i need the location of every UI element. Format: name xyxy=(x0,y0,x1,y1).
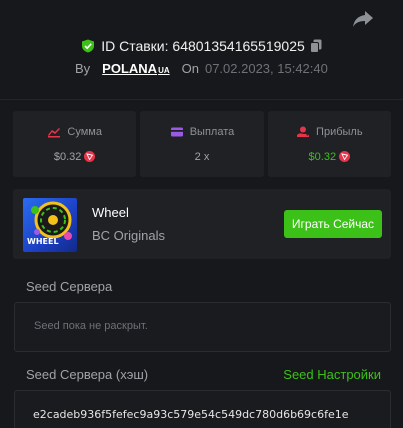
server-seed-hash-label: Seed Сервера (хэш) xyxy=(26,367,149,382)
copy-icon[interactable] xyxy=(309,39,322,53)
stat-payout-label: Выплата xyxy=(189,125,235,138)
on-label: On xyxy=(181,61,199,76)
bet-datetime: 07.02.2023, 15:42:40 xyxy=(204,61,328,76)
share-icon[interactable] xyxy=(352,10,374,28)
stat-amount-label: Сумма xyxy=(67,125,102,138)
server-seed-hash-box: e2cadeb936f5fefec9a93c579e54c549dc780d6b… xyxy=(14,390,391,428)
server-seed-value: Seed пока не раскрыт. xyxy=(34,320,148,332)
stat-profit-value: $0.32 xyxy=(308,150,337,163)
stat-payout: Выплата 2 x xyxy=(140,111,264,177)
divider xyxy=(0,99,403,100)
seed-settings-link[interactable]: Seed Настройки xyxy=(283,367,381,382)
server-seed-box: Seed пока не раскрыт. xyxy=(14,302,391,352)
stat-payout-value: 2 x xyxy=(194,150,210,163)
stat-amount-value: $0.32 xyxy=(53,150,82,163)
bet-id-row: ID Ставки: 64801354165519025 xyxy=(0,37,403,55)
username-link[interactable]: POLANAUA xyxy=(102,61,169,76)
tron-coin-icon xyxy=(339,151,351,162)
bet-id-text: ID Ставки: 64801354165519025 xyxy=(101,38,305,54)
play-now-button[interactable]: Играть Сейчас xyxy=(284,210,382,238)
stat-profit-label: Прибыль xyxy=(316,125,363,138)
username-text: POLANA xyxy=(102,61,158,76)
server-seed-hash-value: e2cadeb936f5fefec9a93c579e54c549dc780d6b… xyxy=(33,408,349,421)
stat-amount: Сумма $0.32 xyxy=(13,111,137,177)
stat-profit: Прибыль $0.32 xyxy=(267,111,391,177)
server-seed-label: Seed Сервера xyxy=(26,279,113,294)
game-name[interactable]: Wheel xyxy=(92,205,129,220)
game-card: WHEEL Wheel BC Originals Играть Сейчас xyxy=(13,189,391,259)
game-provider: BC Originals xyxy=(92,228,165,243)
bet-amount-icon xyxy=(48,127,61,137)
profit-hand-icon xyxy=(297,126,310,137)
username-suffix: UA xyxy=(158,66,170,75)
bet-stats: Сумма $0.32 Выплата 2 x Прибыль $0.32 xyxy=(13,111,391,177)
tron-coin-icon xyxy=(84,151,96,162)
bet-author-row: By POLANAUA On 07.02.2023, 15:42:40 xyxy=(75,61,328,77)
game-thumbnail-label: WHEEL xyxy=(27,237,59,246)
by-label: By xyxy=(75,61,91,76)
game-thumbnail[interactable]: WHEEL xyxy=(23,198,77,252)
verified-shield-icon xyxy=(82,39,95,53)
payout-card-icon xyxy=(170,127,183,136)
